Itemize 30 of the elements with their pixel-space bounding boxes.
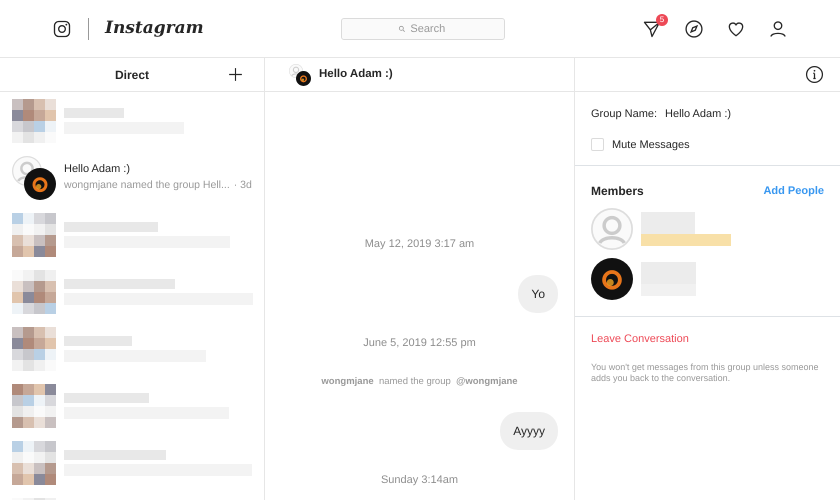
message-timestamp: June 5, 2019 12:55 pm — [363, 336, 476, 348]
notification-count: 5 — [656, 14, 668, 26]
conversation-item[interactable]: Hello Adam :) wongmjane named the group Hell... · 3d — [0, 149, 264, 206]
members-title: Members — [591, 183, 644, 200]
plus-icon[interactable] — [227, 66, 244, 83]
message-time: · 3d — [234, 178, 252, 193]
conversation-title: Hello Adam :) — [319, 66, 393, 82]
mute-label: Mute Messages — [612, 138, 690, 152]
logo[interactable]: Instagram — [105, 16, 204, 42]
avatar-photo — [296, 70, 311, 86]
info-icon[interactable] — [805, 65, 824, 84]
leave-conversation-link[interactable]: Leave Conversation — [591, 331, 824, 348]
mute-checkbox[interactable] — [591, 138, 604, 152]
conversation-title: Hello Adam :) — [64, 162, 132, 178]
group-name: Hello Adam :) — [665, 107, 732, 122]
message-bubble: Ayyyy — [500, 412, 558, 450]
compass-icon[interactable] — [684, 18, 704, 38]
person-icon[interactable] — [768, 18, 788, 38]
search-field[interactable]: Search — [340, 18, 505, 40]
leave-note: You won't get messages from this group unless someone adds you back to the conversation. — [591, 362, 820, 385]
search-icon — [398, 24, 406, 32]
message-preview: wongmjane named the group Hell... — [64, 178, 230, 193]
message-bubble: Yo — [518, 274, 558, 312]
message-timestamp: May 12, 2019 3:17 am — [364, 238, 474, 250]
avatar-photo — [24, 168, 56, 200]
sidebar-title: Direct — [114, 66, 149, 84]
group-name-label: Group Name: — [591, 107, 658, 122]
camera-icon[interactable] — [52, 18, 72, 38]
group-event-text: wongmjane named the group @wongmjane — [321, 376, 518, 387]
message-timestamp: Sunday 3:14am — [380, 474, 458, 486]
